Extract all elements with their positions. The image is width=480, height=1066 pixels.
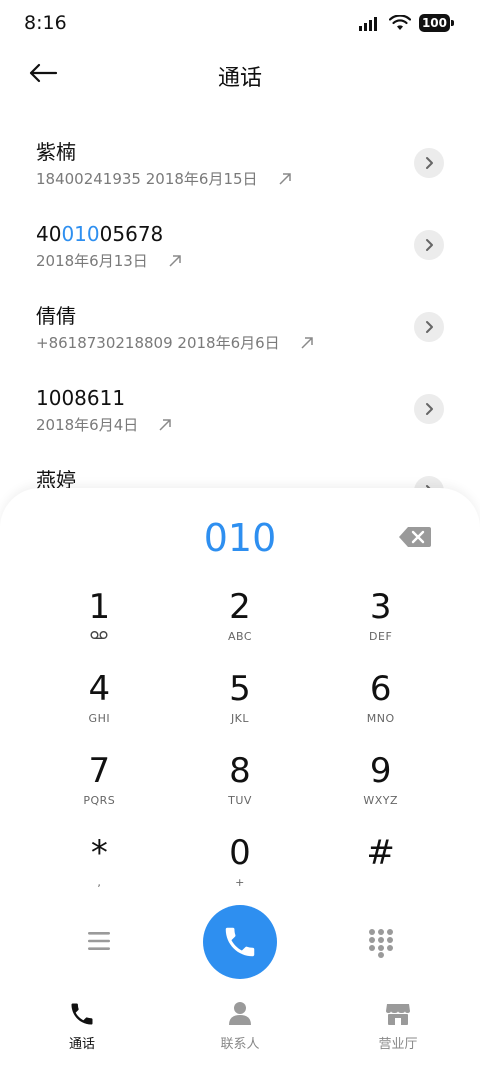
key-digit: 2 — [229, 587, 251, 627]
dialpad-actions — [0, 904, 480, 980]
call-log-row[interactable]: 紫楠 18400241935 2018年6月15日 — [0, 124, 480, 206]
key-hash[interactable]: # — [310, 826, 451, 908]
battery-icon: 100 — [418, 14, 455, 32]
call-details-button[interactable] — [414, 312, 444, 342]
key-digit: 6 — [369, 669, 392, 709]
key-7[interactable]: 7 PQRS — [29, 744, 170, 826]
voicemail-icon — [90, 631, 108, 639]
tab-label: 营业厅 — [378, 1037, 418, 1052]
key-letters: TUV — [228, 794, 252, 807]
key-digit: # — [366, 833, 395, 873]
bottom-tab-bar: 通话 联系人 营业厅 — [0, 1000, 480, 1060]
key-1[interactable]: 1 — [29, 580, 170, 662]
key-digit: 0 — [229, 833, 251, 873]
keypad-toggle-button[interactable] — [368, 928, 394, 958]
chevron-right-icon — [426, 239, 433, 251]
dialpad-panel: 010 1 2 ABC 3 DEF 4 GHI 5 JKL 6 MNO 7 PQ… — [0, 488, 480, 1066]
call-details-button[interactable] — [414, 394, 444, 424]
key-2[interactable]: 2 ABC — [170, 580, 311, 662]
key-letters — [90, 630, 108, 643]
status-time: 8:16 — [24, 12, 67, 34]
chevron-right-icon — [426, 321, 433, 333]
tab-label: 通话 — [68, 1037, 95, 1052]
menu-button[interactable] — [86, 928, 112, 954]
call-name: 紫楠 — [36, 140, 76, 164]
call-meta: 18400241935 2018年6月15日 — [36, 168, 480, 189]
status-icons: 100 — [358, 14, 455, 32]
outgoing-call-icon — [158, 418, 172, 432]
call-log-row[interactable]: 倩倩 +8618730218809 2018年6月6日 — [0, 288, 480, 370]
call-log-row[interactable]: 1008611 2018年6月4日 — [0, 370, 480, 452]
tab-contacts[interactable]: 联系人 — [180, 1000, 300, 1052]
key-0[interactable]: 0 + — [170, 826, 311, 908]
key-digit: 1 — [88, 587, 111, 627]
key-digit: 7 — [88, 751, 111, 791]
key-digit: 8 — [229, 751, 251, 791]
outgoing-call-icon — [278, 172, 292, 186]
header: 通话 — [0, 46, 480, 100]
call-name: 倩倩 — [36, 304, 76, 328]
dialpad-icon — [369, 929, 393, 958]
page-title: 通话 — [217, 66, 262, 91]
call-details-button[interactable] — [414, 148, 444, 178]
key-digit: 9 — [369, 751, 392, 791]
backspace-icon — [399, 527, 431, 547]
phone-icon — [71, 1003, 93, 1025]
call-meta: 2018年6月13日 — [36, 250, 480, 271]
store-icon — [386, 1004, 410, 1025]
call-log-row[interactable]: 4001005678 2018年6月13日 — [0, 206, 480, 288]
chevron-right-icon — [426, 157, 433, 169]
key-4[interactable]: 4 GHI — [29, 662, 170, 744]
key-letters: + — [235, 876, 245, 889]
backspace-button[interactable] — [398, 526, 432, 548]
signal-icon — [358, 17, 377, 31]
call-details-button[interactable] — [414, 230, 444, 260]
chevron-right-icon — [426, 403, 433, 415]
outgoing-call-icon — [300, 336, 314, 350]
key-8[interactable]: 8 TUV — [170, 744, 311, 826]
call-name: 1008611 — [36, 386, 126, 410]
phone-icon — [225, 927, 255, 957]
key-star[interactable]: * , — [29, 826, 170, 908]
tab-label: 联系人 — [220, 1037, 260, 1052]
key-letters: JKL — [230, 712, 250, 725]
outgoing-call-icon — [168, 254, 182, 268]
match-highlight: 010 — [61, 222, 100, 246]
key-digit: * — [90, 833, 108, 873]
key-letters: GHI — [88, 712, 111, 725]
keypad-grid: 1 2 ABC 3 DEF 4 GHI 5 JKL 6 MNO 7 PQRS 8… — [29, 580, 451, 908]
key-letters: , — [97, 876, 102, 889]
call-name: 4001005678 — [36, 222, 164, 246]
tab-calls[interactable]: 通话 — [22, 1000, 142, 1052]
key-digit: 3 — [369, 587, 392, 627]
status-bar: 8:16 100 — [0, 0, 480, 46]
key-letters: PQRS — [83, 794, 116, 807]
key-digit: 4 — [88, 669, 111, 709]
wifi-icon — [388, 15, 411, 30]
key-letters: DEF — [369, 630, 393, 643]
key-digit: 5 — [229, 669, 251, 709]
tab-service-hall[interactable]: 营业厅 — [338, 1000, 458, 1052]
call-log-list: 紫楠 18400241935 2018年6月15日 4001005678 201… — [0, 124, 480, 494]
key-5[interactable]: 5 JKL — [170, 662, 311, 744]
call-meta: 2018年6月4日 — [36, 414, 480, 435]
key-9[interactable]: 9 WXYZ — [310, 744, 451, 826]
key-letters: WXYZ — [363, 794, 398, 807]
person-icon — [229, 1002, 251, 1025]
call-meta: +8618730218809 2018年6月6日 — [36, 332, 480, 353]
key-3[interactable]: 3 DEF — [310, 580, 451, 662]
call-name: 燕婷 — [36, 468, 76, 492]
key-6[interactable]: 6 MNO — [310, 662, 451, 744]
key-letters: MNO — [366, 712, 395, 725]
call-button[interactable] — [203, 905, 277, 979]
key-letters: ABC — [227, 630, 253, 643]
menu-icon — [88, 932, 110, 950]
